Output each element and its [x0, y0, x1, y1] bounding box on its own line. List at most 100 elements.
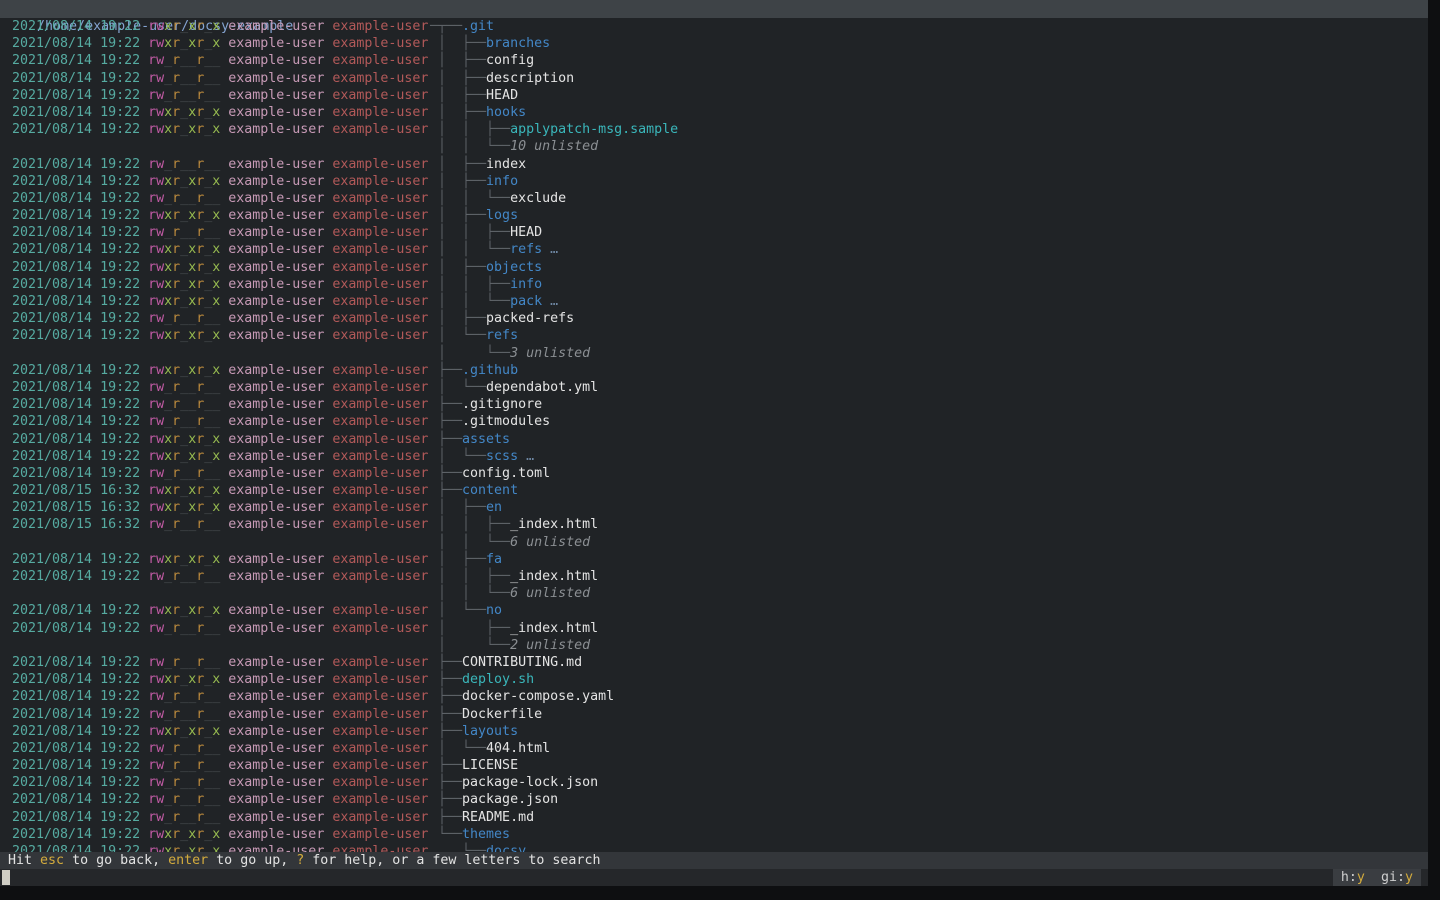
file-meta: 2021/08/14 19:22 rwxr_xr_x example-user … — [4, 551, 428, 568]
tree-row[interactable]: 2021/08/14 19:22 rw_r__r__ example-user … — [0, 379, 1428, 396]
file-owner: example-user — [220, 672, 332, 687]
tree-entry: ├──package.json — [430, 791, 558, 808]
tree-row[interactable]: 2021/08/14 19:22 rwxr_xr_x example-user … — [0, 448, 1428, 465]
file-owner: example-user — [220, 414, 332, 429]
tree-row[interactable]: 2021/08/14 19:22 rwxr_xr_x example-user … — [0, 173, 1428, 190]
file-group: example-user — [332, 191, 428, 206]
tree-row[interactable]: 2021/08/14 19:22 rw_r__r__ example-user … — [0, 791, 1428, 808]
file-name: config.toml — [462, 466, 550, 481]
tree-row[interactable]: 2021/08/14 19:22 rwxr_xr_x example-user … — [0, 259, 1428, 276]
tree-row[interactable]: 2021/08/14 19:22 rw_r__r__ example-user … — [0, 310, 1428, 327]
tree-row[interactable]: 2021/08/14 19:22 rw_r__r__ example-user … — [0, 87, 1428, 104]
tree-row[interactable]: 2021/08/15 16:32 rwxr_xr_x example-user … — [0, 499, 1428, 516]
file-date: 2021/08/14 19:22 — [4, 758, 148, 773]
file-meta: 2021/08/14 19:22 rwxr_xr_x example-user … — [4, 602, 428, 619]
tree-entry: │ │ ├──info — [430, 276, 542, 293]
file-meta: 2021/08/14 19:22 rwxr_xr_x example-user … — [4, 293, 428, 310]
tree-row[interactable]: 2021/08/14 19:22 rw_r__r__ example-user … — [0, 620, 1428, 637]
file-group: example-user — [332, 19, 428, 34]
file-meta: 2021/08/14 19:22 rw_r__r__ example-user … — [4, 224, 428, 241]
file-group: example-user — [332, 260, 428, 275]
file-name: docker-compose.yaml — [462, 689, 614, 704]
tree-row[interactable]: 2021/08/14 19:22 rw_r__r__ example-user … — [0, 465, 1428, 482]
tree-row[interactable]: 2021/08/14 19:22 rw_r__r__ example-user … — [0, 706, 1428, 723]
file-date: 2021/08/14 19:22 — [4, 157, 148, 172]
tree-row[interactable]: 2021/08/14 19:22 rwxr_xr_x example-user … — [0, 207, 1428, 224]
tree-row[interactable]: 2021/08/14 19:22 rwxr_xr_x example-user … — [0, 293, 1428, 310]
tree-row[interactable]: 2021/08/14 19:22 rw_r__r__ example-user … — [0, 224, 1428, 241]
tree-row[interactable]: 2021/08/14 19:22 rwxr_xr_x example-user … — [0, 327, 1428, 344]
file-meta: 2021/08/14 19:22 rwxr_xr_x example-user … — [4, 276, 428, 293]
tree-row[interactable]: 2021/08/14 19:22 rw_r__r__ example-user … — [0, 757, 1428, 774]
tree-row[interactable]: 2021/08/14 19:22 rw_r__r__ example-user … — [0, 688, 1428, 705]
tree-entry: │ │ └──refs … — [430, 241, 558, 258]
file-permissions: rw_r__r__ — [148, 655, 220, 670]
tree-row[interactable]: 2021/08/14 19:22 rw_r__r__ example-user … — [0, 52, 1428, 69]
file-owner: example-user — [220, 71, 332, 86]
tree-row[interactable]: 2021/08/14 19:22 rwxr_xr_x example-user … — [0, 843, 1428, 852]
tree-row[interactable]: 2021/08/14 19:22 rw_r__r__ example-user … — [0, 740, 1428, 757]
file-group: example-user — [332, 775, 428, 790]
tree-row[interactable]: 2021/08/14 19:22 rwxr_xr_x example-user … — [0, 602, 1428, 619]
tree-entry: │ │ ├──applypatch-msg.sample — [430, 121, 678, 138]
tree-row[interactable]: 2021/08/14 19:22 rwxr_xr_x example-user … — [0, 723, 1428, 740]
tree-row[interactable]: 2021/08/14 19:22 rwxr_xr_x example-user … — [0, 362, 1428, 379]
file-permissions: rw_r__r__ — [148, 707, 220, 722]
file-date: 2021/08/14 19:22 — [4, 397, 148, 412]
tree-entry: │ ├──index — [430, 156, 526, 173]
tree-entry: ├──.github — [430, 362, 518, 379]
tree-row[interactable]: 2021/08/14 19:22 rw_r__r__ example-user … — [0, 156, 1428, 173]
tree-row[interactable]: 2021/08/14 19:22 rw_r__r__ example-user … — [0, 396, 1428, 413]
tree-row[interactable]: 2021/08/14 19:22 rwxr_xr_x example-user … — [0, 431, 1428, 448]
tree-branch-lines: │ ├── — [430, 174, 486, 189]
tree-entry: ├──package-lock.json — [430, 774, 598, 791]
file-permissions: rw_r__r__ — [148, 810, 220, 825]
dir-name: refs — [510, 242, 542, 257]
file-meta: 2021/08/14 19:22 rwxr_xr_x example-user … — [4, 35, 428, 52]
file-owner: example-user — [220, 500, 332, 515]
tree-row[interactable]: 2021/08/14 19:22 rwxr_xr_x example-user … — [0, 104, 1428, 121]
tree-branch-lines: │ ├── — [430, 88, 486, 103]
tree-unlisted-row: │ │ └──10 unlisted — [0, 138, 1428, 155]
tree-row[interactable]: 2021/08/14 19:22 rw_r__r__ example-user … — [0, 413, 1428, 430]
file-date: 2021/08/14 19:22 — [4, 827, 148, 842]
file-group: example-user — [332, 397, 428, 412]
file-permissions: rwxr_xr_x — [148, 827, 220, 842]
file-group: example-user — [332, 432, 428, 447]
dir-name: no — [486, 603, 502, 618]
search-input[interactable]: h:y gi:y — [0, 869, 1428, 886]
tree-row[interactable]: 2021/08/14 19:22 rwxr_xr_x example-user … — [0, 241, 1428, 258]
tree-branch-lines: │ ├── — [430, 500, 486, 515]
tree-row[interactable]: 2021/08/14 19:22 rwxr_xr_x example-user … — [0, 35, 1428, 52]
tree-row[interactable]: 2021/08/14 19:22 rwxr_xr_x example-user … — [0, 671, 1428, 688]
file-date: 2021/08/14 19:22 — [4, 260, 148, 275]
file-name: _index.html — [510, 621, 598, 636]
tree-row[interactable]: 2021/08/14 19:22 rwxr_xr_x example-user … — [0, 551, 1428, 568]
file-name: HEAD — [486, 88, 518, 103]
file-date: 2021/08/14 19:22 — [4, 277, 148, 292]
tree-row[interactable]: 2021/08/14 19:22 rw_r__r__ example-user … — [0, 654, 1428, 671]
tree-row[interactable]: 2021/08/14 19:22 rw_r__r__ example-user … — [0, 774, 1428, 791]
tree-branch-lines: │ ├── — [430, 311, 486, 326]
dir-name: logs — [486, 208, 518, 223]
file-meta: 2021/08/14 19:22 rw_r__r__ example-user … — [4, 413, 428, 430]
tree-row[interactable]: 2021/08/14 19:22 rw_r__r__ example-user … — [0, 809, 1428, 826]
file-owner: example-user — [220, 792, 332, 807]
tree-row[interactable]: 2021/08/14 19:22 rwxr_xr_x example-user … — [0, 121, 1428, 138]
tree-entry: │ ├──logs — [430, 207, 518, 224]
tree-row[interactable]: 2021/08/14 19:22 rwxr_xr_x example-user … — [0, 826, 1428, 843]
tree-row[interactable]: 2021/08/14 19:22 rw_r__r__ example-user … — [0, 190, 1428, 207]
tree-row[interactable]: 2021/08/14 19:22 rwxr_xr_x example-user … — [0, 276, 1428, 293]
tree-row[interactable]: 2021/08/15 16:32 rw_r__r__ example-user … — [0, 516, 1428, 533]
file-date: 2021/08/14 19:22 — [4, 208, 148, 223]
unlisted-label: 6 unlisted — [510, 586, 590, 601]
file-group: example-user — [332, 689, 428, 704]
tree-row[interactable]: 2021/08/14 19:22 rw_r__r__ example-user … — [0, 70, 1428, 87]
file-owner: example-user — [220, 621, 332, 636]
tree-row[interactable]: 2021/08/15 16:32 rwxr_xr_x example-user … — [0, 482, 1428, 499]
file-meta: 2021/08/14 19:22 rwxr_xr_x example-user … — [4, 18, 428, 35]
tree-entry: ├──Dockerfile — [430, 706, 542, 723]
tree-row[interactable]: 2021/08/14 19:22 rwxr_xr_x example-user … — [0, 18, 1428, 35]
tree-branch-lines: ─┬── — [430, 19, 462, 34]
tree-row[interactable]: 2021/08/14 19:22 rw_r__r__ example-user … — [0, 568, 1428, 585]
